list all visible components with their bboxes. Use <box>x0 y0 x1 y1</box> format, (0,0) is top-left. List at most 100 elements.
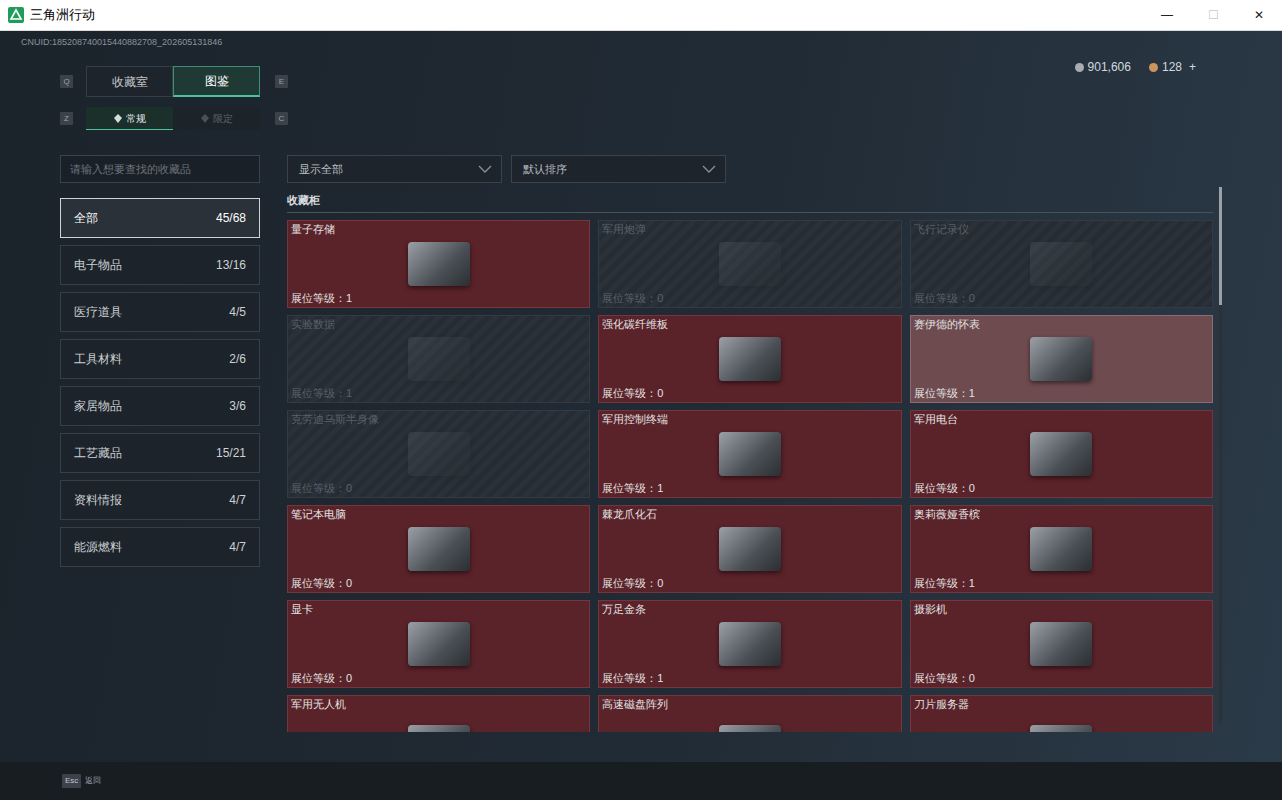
section-header: 收藏柜 <box>287 193 1213 213</box>
collection-card[interactable]: 笔记本电脑展位等级：0 <box>287 505 590 593</box>
card-rank: 展位等级：0 <box>914 291 1209 306</box>
window-control[interactable]: — <box>1144 0 1190 30</box>
collection-card[interactable]: 强化碳纤维板展位等级：0 <box>598 315 901 403</box>
subtab-icon <box>201 114 209 123</box>
item-picture <box>719 242 781 286</box>
filter-dropdown[interactable]: 显示全部 <box>287 155 502 183</box>
item-picture <box>719 432 781 476</box>
card-name: 量子存储 <box>291 222 586 237</box>
collection-card[interactable]: 显卡展位等级：0 <box>287 600 590 688</box>
key-hint: C <box>275 112 288 125</box>
card-rank: 展位等级：1 <box>291 386 586 401</box>
card-name: 刀片服务器 <box>914 697 1209 712</box>
item-picture <box>1030 622 1092 666</box>
sidebar-item[interactable]: 资料情报4/7 <box>60 480 260 520</box>
chevron-down-icon <box>702 165 716 173</box>
collection-card[interactable]: 赛伊德的怀表展位等级：1 <box>910 315 1213 403</box>
collection-card[interactable]: 奥莉薇娅香槟展位等级：1 <box>910 505 1213 593</box>
item-picture <box>408 432 470 476</box>
subtab[interactable]: 常规 <box>86 107 173 130</box>
item-picture <box>719 337 781 381</box>
subtab[interactable]: 限定 <box>173 107 260 130</box>
card-name: 高速磁盘阵列 <box>602 697 897 712</box>
window-control[interactable]: ✕ <box>1236 0 1282 30</box>
collection-card[interactable]: 摄影机展位等级：0 <box>910 600 1213 688</box>
key-hint: Q <box>60 75 73 88</box>
scrollbar[interactable] <box>1219 187 1222 723</box>
collection-grid: 量子存储展位等级：1军用炮弹展位等级：0飞行记录仪展位等级：0实验数据展位等级：… <box>287 220 1213 732</box>
card-name: 克劳迪乌斯半身像 <box>291 412 586 427</box>
item-picture <box>719 622 781 666</box>
collection-card[interactable]: 棘龙爪化石展位等级：0 <box>598 505 901 593</box>
sidebar: 请输入想要查找的收藏品全部45/68 电子物品13/16 医疗道具4/5 工具材料2/… <box>60 155 260 733</box>
card-rank: 展位等级：0 <box>914 481 1209 496</box>
card-name: 强化碳纤维板 <box>602 317 897 332</box>
key-hint: Z <box>60 112 73 125</box>
esc-key[interactable]: Esc <box>62 774 81 788</box>
window-control: ☐ <box>1190 0 1236 30</box>
sidebar-item[interactable]: 全部45/68 <box>60 198 260 238</box>
item-picture <box>1030 242 1092 286</box>
card-name: 赛伊德的怀表 <box>914 317 1209 332</box>
item-picture <box>719 527 781 571</box>
coin-icon <box>1075 63 1084 72</box>
title-bar: 三角洲行动—☐✕ <box>0 0 1282 31</box>
tab[interactable]: 收藏室 <box>86 66 173 97</box>
card-rank: 展位等级：0 <box>602 386 897 401</box>
collection-card[interactable]: 量子存储展位等级：1 <box>287 220 590 308</box>
card-name: 军用炮弹 <box>602 222 897 237</box>
collection-card[interactable]: 实验数据展位等级：1 <box>287 315 590 403</box>
collection-card[interactable]: 克劳迪乌斯半身像展位等级：0 <box>287 410 590 498</box>
card-name: 军用控制终端 <box>602 412 897 427</box>
card-rank: 展位等级：0 <box>291 576 586 591</box>
collection-card[interactable]: 军用控制终端展位等级：1 <box>598 410 901 498</box>
scrollbar-thumb[interactable] <box>1219 187 1222 305</box>
card-rank: 展位等级：1 <box>914 386 1209 401</box>
item-picture <box>1030 725 1092 733</box>
collection-card[interactable]: 万足金条展位等级：1 <box>598 600 901 688</box>
card-rank: 展位等级：0 <box>602 576 897 591</box>
uid-label: CNUID:185208740015440882708_202605131846 <box>0 31 1282 49</box>
sidebar-item[interactable]: 能源燃料4/7 <box>60 527 260 567</box>
item-picture <box>1030 527 1092 571</box>
card-name: 棘龙爪化石 <box>602 507 897 522</box>
footer-bar: Esc 返回 <box>0 762 1282 800</box>
card-rank: 展位等级：1 <box>602 481 897 496</box>
card-rank: 展位等级：0 <box>291 671 586 686</box>
subtab-icon <box>114 114 122 123</box>
card-rank: 展位等级：0 <box>914 671 1209 686</box>
sidebar-item[interactable]: 家居物品3/6 <box>60 386 260 426</box>
game-area: CNUID:185208740015440882708_202605131846… <box>0 31 1282 800</box>
add-button[interactable]: + <box>1189 58 1196 76</box>
collection-card[interactable]: 高速磁盘阵列 <box>598 695 901 732</box>
item-picture <box>408 622 470 666</box>
filter-dropdown[interactable]: 默认排序 <box>511 155 726 183</box>
item-picture <box>408 242 470 286</box>
card-name: 军用电台 <box>914 412 1209 427</box>
collection-card[interactable]: 军用无人机 <box>287 695 590 732</box>
search-field[interactable]: 请输入想要查找的收藏品 <box>60 155 260 183</box>
card-rank: 展位等级：1 <box>602 671 897 686</box>
item-picture <box>1030 337 1092 381</box>
collection-card[interactable]: 刀片服务器 <box>910 695 1213 732</box>
collection-card[interactable]: 军用炮弹展位等级：0 <box>598 220 901 308</box>
card-rank: 展位等级：1 <box>914 576 1209 591</box>
sidebar-item[interactable]: 工具材料2/6 <box>60 339 260 379</box>
collection-card[interactable]: 飞行记录仪展位等级：0 <box>910 220 1213 308</box>
app-logo-icon <box>8 7 24 23</box>
card-name: 摄影机 <box>914 602 1209 617</box>
tab[interactable]: 图鉴 <box>173 66 260 97</box>
app-window: 三角洲行动—☐✕CNUID:185208740015440882708_2026… <box>0 0 1282 800</box>
sidebar-item[interactable]: 工艺藏品15/21 <box>60 433 260 473</box>
card-name: 飞行记录仪 <box>914 222 1209 237</box>
card-name: 实验数据 <box>291 317 586 332</box>
back-label[interactable]: 返回 <box>85 775 101 787</box>
item-picture <box>408 725 470 733</box>
item-picture <box>1030 432 1092 476</box>
collection-card[interactable]: 军用电台展位等级：0 <box>910 410 1213 498</box>
card-rank: 展位等级：0 <box>291 481 586 496</box>
sidebar-item[interactable]: 医疗道具4/5 <box>60 292 260 332</box>
card-name: 笔记本电脑 <box>291 507 586 522</box>
sidebar-item[interactable]: 电子物品13/16 <box>60 245 260 285</box>
card-name: 万足金条 <box>602 602 897 617</box>
